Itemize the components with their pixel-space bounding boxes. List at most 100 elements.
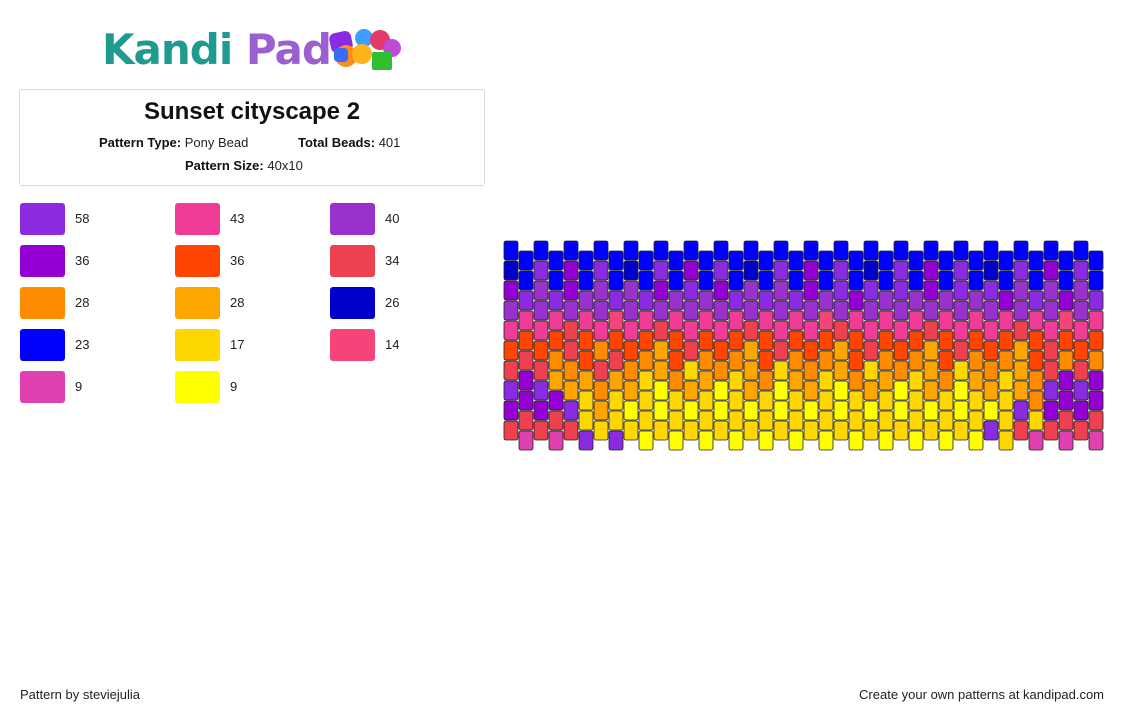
bead <box>938 310 954 331</box>
bead <box>923 420 939 441</box>
bead <box>1073 420 1089 441</box>
bead <box>983 300 999 321</box>
kandipad-promo-link[interactable]: Create your own patterns at kandipad.com <box>859 687 1104 703</box>
bead <box>743 240 759 261</box>
bead <box>1088 430 1104 451</box>
bead <box>818 410 834 431</box>
legend-item: 14 <box>330 329 470 361</box>
bead <box>788 270 804 291</box>
bead <box>1028 410 1044 431</box>
bead <box>848 410 864 431</box>
bead <box>593 340 609 361</box>
bead <box>893 280 909 301</box>
bead <box>773 260 789 281</box>
bead <box>998 330 1014 351</box>
bead <box>548 350 564 371</box>
bead <box>1028 330 1044 351</box>
bead <box>533 400 549 421</box>
bead <box>503 240 519 261</box>
bead <box>758 390 774 411</box>
bead-count: 36 <box>75 253 90 268</box>
bead-pile-icon <box>329 29 401 70</box>
bead <box>713 340 729 361</box>
bead <box>863 260 879 281</box>
bead <box>578 350 594 371</box>
bead <box>608 370 624 391</box>
bead <box>563 280 579 301</box>
bead <box>1088 310 1104 331</box>
bead <box>833 280 849 301</box>
bead <box>728 290 744 311</box>
bead <box>998 410 1014 431</box>
bead <box>518 350 534 371</box>
bead <box>1043 300 1059 321</box>
legend-item: 28 <box>175 287 315 319</box>
bead <box>1088 410 1104 431</box>
bead <box>698 410 714 431</box>
bead <box>893 420 909 441</box>
bead <box>578 430 594 451</box>
bead <box>1013 340 1029 361</box>
bead <box>653 340 669 361</box>
bead <box>848 370 864 391</box>
bead <box>1073 280 1089 301</box>
bead-count: 40 <box>385 211 400 226</box>
bead <box>623 420 639 441</box>
bead <box>788 330 804 351</box>
bead <box>773 380 789 401</box>
bead <box>578 410 594 431</box>
bead <box>653 320 669 341</box>
bead <box>683 340 699 361</box>
bead <box>1058 430 1074 451</box>
bead <box>743 300 759 321</box>
bead <box>818 350 834 371</box>
bead <box>818 370 834 391</box>
logo-word-pad: Pad <box>245 25 332 74</box>
bead <box>548 250 564 271</box>
bead <box>518 370 534 391</box>
bead <box>743 380 759 401</box>
bead <box>503 400 519 421</box>
bead <box>983 420 999 441</box>
bead <box>923 380 939 401</box>
bead <box>938 410 954 431</box>
bead <box>923 240 939 261</box>
bead <box>938 330 954 351</box>
total-beads-value: 401 <box>378 135 401 150</box>
bead <box>668 430 684 451</box>
bead <box>863 340 879 361</box>
color-swatch <box>175 287 220 319</box>
bead <box>578 310 594 331</box>
pattern-author: Pattern by steviejulia <box>20 687 140 702</box>
bead <box>788 390 804 411</box>
bead <box>728 310 744 331</box>
bead <box>968 290 984 311</box>
bead <box>698 310 714 331</box>
kandi-pad-logo[interactable]: Kandi Pad <box>102 26 412 76</box>
bead <box>878 310 894 331</box>
bead <box>893 300 909 321</box>
bead <box>758 410 774 431</box>
bead <box>1043 340 1059 361</box>
bead <box>863 300 879 321</box>
bead <box>803 300 819 321</box>
bead <box>728 390 744 411</box>
legend-item: 17 <box>175 329 315 361</box>
bead <box>698 430 714 451</box>
bead <box>683 380 699 401</box>
bead <box>1058 330 1074 351</box>
bead <box>938 250 954 271</box>
bead <box>908 350 924 371</box>
bead <box>743 260 759 281</box>
bead <box>548 410 564 431</box>
bead <box>968 310 984 331</box>
bead <box>623 240 639 261</box>
bead <box>593 320 609 341</box>
bead <box>668 370 684 391</box>
bead <box>953 260 969 281</box>
bead-count: 17 <box>230 337 245 352</box>
legend-item: 36 <box>175 245 315 277</box>
bead <box>653 300 669 321</box>
pattern-size-value: 40x10 <box>267 158 303 173</box>
bead <box>938 270 954 291</box>
